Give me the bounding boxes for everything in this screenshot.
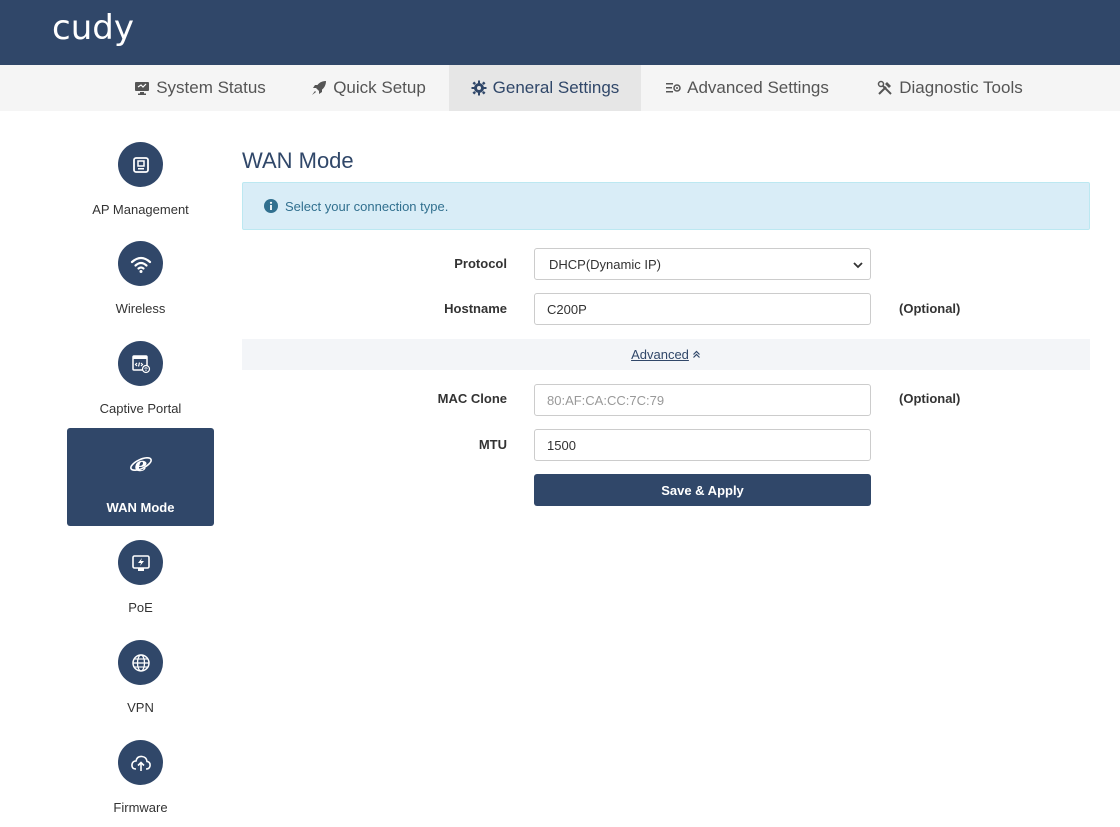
hostname-label: Hostname [444,301,507,316]
info-text: Select your connection type. [285,198,449,214]
cloud-upload-icon [118,740,163,785]
tab-label: Quick Setup [333,78,426,97]
tab-label: Diagnostic Tools [899,78,1023,97]
tab-label: System Status [156,78,266,97]
sidebar-item-label: PoE [128,600,153,615]
sidebar-item-wan-mode[interactable]: e WAN Mode [67,428,214,526]
sidebar-item-vpn[interactable]: VPN [67,640,214,738]
sidebar-item-firmware[interactable]: Firmware [67,740,214,827]
double-chevron-up-icon[interactable] [692,350,701,359]
sidebar-item-label: Wireless [115,301,166,316]
tab-quick-setup[interactable]: Quick Setup [296,65,441,111]
advanced-link[interactable]: Advanced [631,347,689,362]
page-title: WAN Mode [242,148,354,173]
protocol-label: Protocol [454,256,507,271]
monitor-icon [135,82,150,95]
protocol-value: DHCP(Dynamic IP) [549,256,661,272]
gear-icon [471,80,487,96]
tab-advanced-settings[interactable]: Advanced Settings [650,65,844,111]
info-icon [264,199,278,213]
tab-diagnostic-tools[interactable]: Diagnostic Tools [862,65,1038,111]
poe-icon [118,540,163,585]
tab-label: General Settings [492,78,620,97]
tab-system-status[interactable]: System Status [120,65,280,111]
hostname-input[interactable]: C200P [534,293,871,325]
captive-portal-icon [118,341,163,386]
sidebar-item-poe[interactable]: PoE [67,540,214,638]
protocol-select[interactable]: DHCP(Dynamic IP) [534,248,871,280]
sidebar-item-wireless[interactable]: Wireless [67,241,214,339]
wifi-icon [118,241,163,286]
sidebar-item-label: Firmware [113,800,168,815]
sidebar-item-ap-management[interactable]: AP Management [67,142,214,240]
sliders-icon [666,83,681,93]
hostname-optional-hint: (Optional) [899,301,961,316]
globe-icon [118,640,163,685]
mtu-input[interactable]: 1500 [534,429,871,461]
tab-general-settings[interactable]: General Settings [449,65,641,111]
mtu-label: MTU [478,437,507,452]
mac-clone-input[interactable]: 80:AF:CA:CC:7C:79 [534,384,871,416]
tab-label: Advanced Settings [687,78,829,97]
sidebar-item-label: Captive Portal [99,401,182,416]
rocket-icon [312,81,327,95]
mac-clone-optional-hint: (Optional) [899,391,961,406]
chevron-down-icon [853,262,863,269]
sidebar-item-label: AP Management [92,202,189,217]
svg-text:e: e [134,452,147,476]
sidebar-item-captive-portal[interactable]: Captive Portal [67,341,214,439]
sidebar-item-label: VPN [127,700,154,715]
advanced-toggle-bar: Advanced [242,339,1090,370]
header-bar: cudy [0,0,1120,65]
save-apply-button[interactable]: Save & Apply [534,474,871,506]
tools-icon [878,80,892,95]
internet-explorer-icon: e [118,441,163,486]
sidebar-item-label: WAN Mode [106,500,175,515]
cudy-logo[interactable]: cudy [52,8,134,48]
ap-device-icon [118,142,163,187]
info-alert: Select your connection type. [242,182,1090,230]
top-navigation: System Status Quick Setup General Settin… [0,65,1120,111]
mac-clone-label: MAC Clone [437,391,507,406]
